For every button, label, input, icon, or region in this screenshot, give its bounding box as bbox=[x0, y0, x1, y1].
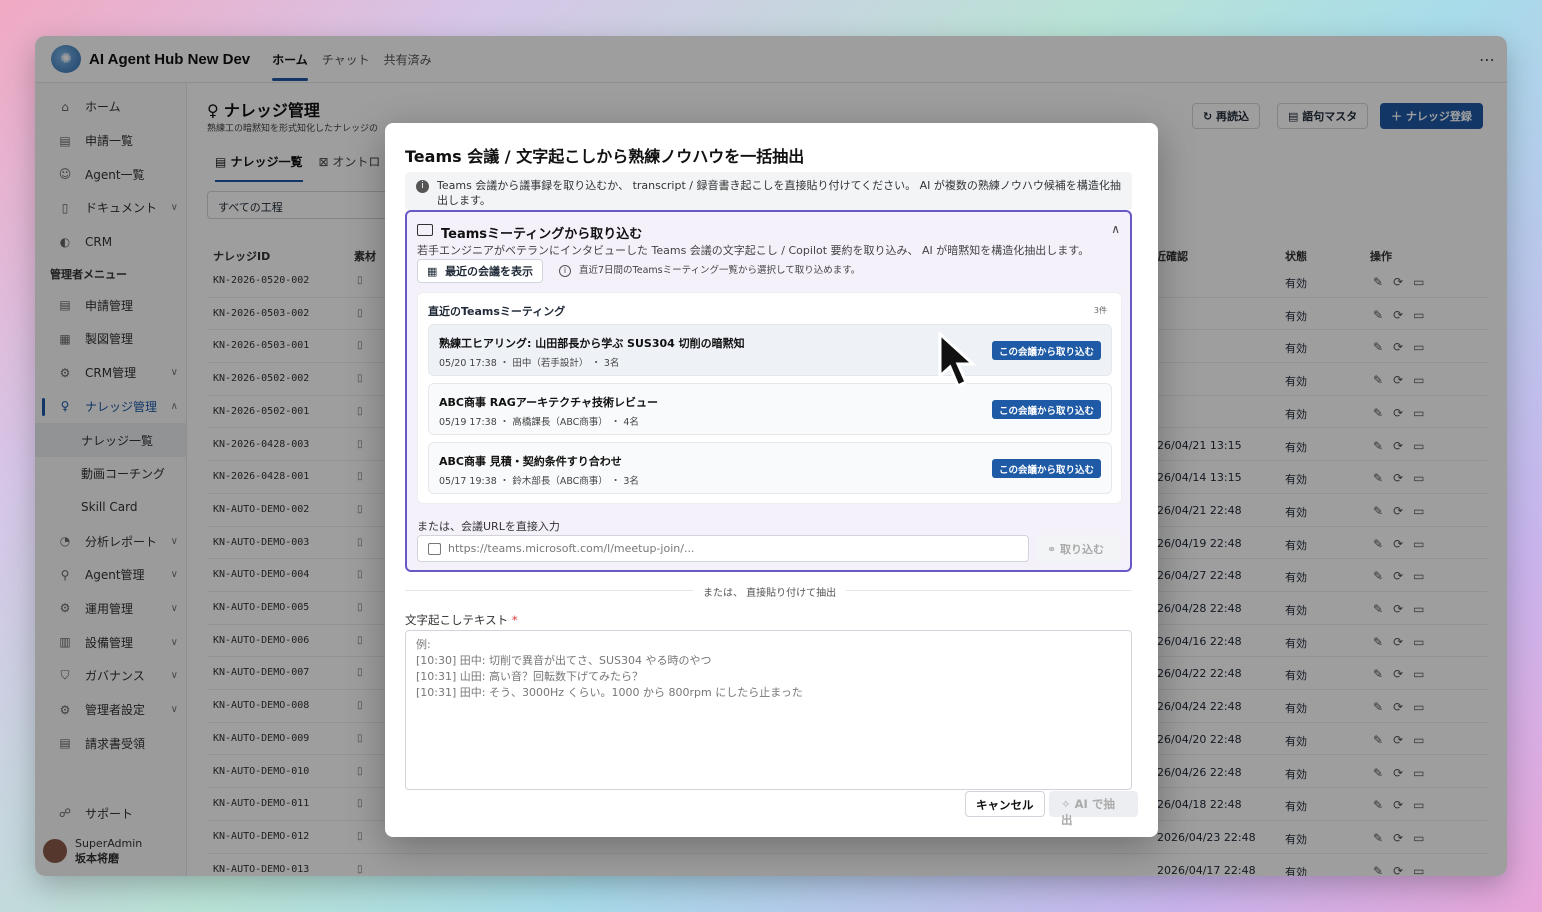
recent-hint: i 直近7日間のTeamsミーティング一覧から選択して取り込めます。 bbox=[559, 262, 860, 277]
import-meeting-button[interactable]: この会議から取り込む bbox=[991, 459, 1101, 478]
teams-panel-description: 若手エンジニアがベテランにインタビューした Teams 会議の文字起こし / C… bbox=[417, 244, 1090, 257]
transcript-label: 文字起こしテキスト * bbox=[405, 612, 518, 628]
recent-meetings-list: 直近のTeamsミーティング 3件 熟練工ヒアリング: 山田部長から学ぶ SUS… bbox=[417, 292, 1122, 504]
chevron-up-icon[interactable]: ∧ bbox=[1111, 222, 1120, 236]
meeting-meta: 05/20 17:38 ・ 田中（若手設計） ・ 3名 bbox=[439, 358, 620, 369]
meeting-title: ABC商事 見積・契約条件すり合わせ bbox=[439, 455, 622, 468]
meeting-title: 熟練工ヒアリング: 山田部長から学ぶ SUS304 切削の暗黙知 bbox=[439, 337, 745, 350]
url-placeholder: https://teams.microsoft.com/l/meetup-joi… bbox=[448, 542, 695, 555]
hint-text: 直近7日間のTeamsミーティング一覧から選択して取り込めます。 bbox=[579, 265, 861, 276]
transcript-textarea[interactable]: 例: [10:30] 田中: 切削で異音が出てさ、SUS304 やる時のやつ [10… bbox=[405, 630, 1132, 790]
info-text: Teams 会議から議事録を取り込むか、 transcript / 録音書き起こ… bbox=[437, 179, 1121, 207]
meeting-url-input[interactable]: https://teams.microsoft.com/l/meetup-joi… bbox=[417, 535, 1029, 562]
meeting-card[interactable]: ABC商事 見積・契約条件すり合わせ 05/17 19:38 ・ 鈴木部長（AB… bbox=[428, 442, 1112, 494]
teams-import-panel: Teamsミーティングから取り込む ∧ 若手エンジニアがベテランにインタビューし… bbox=[405, 210, 1132, 572]
meeting-card[interactable]: ABC商事 RAGアーキテクチャ技術レビュー 05/19 17:38 ・ 高橋課… bbox=[428, 383, 1112, 435]
mouse-cursor-icon bbox=[938, 332, 977, 389]
url-import-label: 取り込む bbox=[1060, 543, 1105, 556]
required-mark: * bbox=[511, 613, 518, 627]
ai-extract-button[interactable]: ✧ AI で抽出 bbox=[1049, 791, 1138, 827]
placeholder-line: [10:31] 田中: そう、3000Hz くらい。1000 から 800rpm… bbox=[416, 686, 803, 699]
meeting-title: ABC商事 RAGアーキテクチャ技術レビュー bbox=[439, 396, 659, 409]
show-recent-meetings-button[interactable]: ▦ 最近の会議を表示 bbox=[417, 259, 544, 283]
info-icon: i bbox=[416, 180, 429, 193]
meeting-card[interactable]: 熟練工ヒアリング: 山田部長から学ぶ SUS304 切削の暗黙知 05/20 1… bbox=[428, 324, 1112, 376]
list-title: 直近のTeamsミーティング bbox=[428, 305, 566, 318]
transcript-label-text: 文字起こしテキスト bbox=[405, 613, 509, 627]
sparkle-icon: ✧ bbox=[1061, 797, 1075, 811]
url-label: または、会議URLを直接入力 bbox=[417, 520, 560, 533]
calendar-icon: ▦ bbox=[427, 264, 446, 278]
meeting-meta: 05/19 17:38 ・ 高橋課長（ABC商事） ・ 4名 bbox=[439, 417, 639, 428]
import-meeting-button[interactable]: この会議から取り込む bbox=[991, 341, 1101, 360]
placeholder-line: [10:30] 田中: 切削で異音が出てさ、SUS304 やる時のやつ bbox=[416, 654, 712, 667]
meeting-meta: 05/17 19:38 ・ 鈴木部長（ABC商事） ・ 3名 bbox=[439, 476, 639, 487]
modal-title: Teams 会議 / 文字起こしから熟練ノウハウを一括抽出 bbox=[405, 147, 805, 166]
info-banner: i Teams 会議から議事録を取り込むか、 transcript / 録音書き… bbox=[405, 172, 1132, 210]
extract-modal: Teams 会議 / 文字起こしから熟練ノウハウを一括抽出 i Teams 会議… bbox=[385, 123, 1158, 837]
import-meeting-button[interactable]: この会議から取り込む bbox=[991, 400, 1101, 419]
url-import-button[interactable]: ⚭ 取り込む bbox=[1037, 535, 1121, 562]
divider-text: または、 直接貼り付けて抽出 bbox=[693, 584, 847, 599]
link-icon: ⚭ bbox=[1047, 543, 1061, 556]
video-camera-icon bbox=[417, 224, 433, 236]
list-count: 3件 bbox=[1093, 306, 1107, 315]
placeholder-line: 例: bbox=[416, 638, 431, 651]
calendar-icon bbox=[428, 543, 441, 555]
show-recent-label: 最近の会議を表示 bbox=[445, 265, 534, 278]
cancel-button[interactable]: キャンセル bbox=[965, 791, 1045, 817]
info-icon: i bbox=[559, 265, 571, 277]
placeholder-line: [10:31] 山田: 高い音？回転数下げてみたら？ bbox=[416, 670, 643, 683]
teams-panel-title: Teamsミーティングから取り込む bbox=[441, 227, 643, 242]
